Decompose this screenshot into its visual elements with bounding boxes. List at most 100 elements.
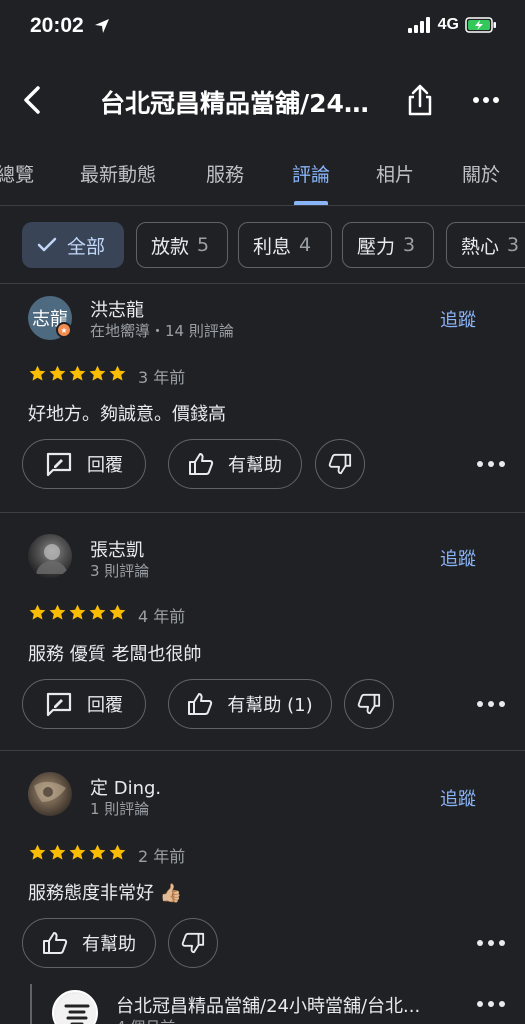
helpful-label: 有幫助 <box>228 455 282 476</box>
divider <box>0 512 525 513</box>
battery-charging-icon <box>465 17 496 33</box>
follow-button[interactable]: 追蹤 <box>440 785 476 811</box>
follow-button[interactable]: 追蹤 <box>440 545 476 571</box>
review-card: 定 Ding. 1 則評論 追蹤 2 年前 服務態度非常好 👍🏼 有幫助 <box>0 770 525 980</box>
helpful-button[interactable]: 有幫助 <box>22 918 156 968</box>
follow-button[interactable]: 追蹤 <box>440 306 476 332</box>
network-type: 4G <box>437 16 459 33</box>
not-helpful-button[interactable] <box>168 918 218 968</box>
review-time: 2 年前 <box>138 847 186 866</box>
thumbs-up-icon <box>189 453 214 475</box>
review-text: 服務態度非常好 👍🏼 <box>28 883 183 904</box>
location-arrow-icon <box>95 19 109 33</box>
reviewer-name[interactable]: 洪志龍 <box>90 296 144 322</box>
helpful-button[interactable]: 有幫助 <box>168 439 302 489</box>
more-options-icon[interactable] <box>470 86 502 114</box>
tab-about[interactable]: 關於 <box>462 160 500 187</box>
chip-count: 3 <box>507 234 520 256</box>
header: 台北冠昌精品當舖/24小時當舖/台北... <box>0 62 525 138</box>
reviewer-meta: 3 則評論 <box>90 562 150 580</box>
reply-icon <box>46 692 72 717</box>
owner-reply-thread-line <box>30 984 32 1024</box>
star-icon <box>109 844 126 860</box>
tab-photos[interactable]: 相片 <box>376 160 414 187</box>
star-icon <box>49 844 66 860</box>
star-icon <box>29 844 46 860</box>
local-guide-badge-icon: ★ <box>56 322 72 338</box>
reply-button[interactable]: 回覆 <box>22 439 146 489</box>
chip-interest[interactable]: 利息 4 <box>238 222 332 268</box>
thumbs-down-icon <box>328 453 352 475</box>
star-icon <box>109 365 126 381</box>
star-icon <box>69 844 86 860</box>
chip-label: 利息 <box>253 235 292 258</box>
star-icon <box>89 365 106 381</box>
reply-button[interactable]: 回覆 <box>22 679 146 729</box>
review-more-icon[interactable] <box>474 933 508 953</box>
chip-label: 放款 <box>151 235 190 258</box>
helpful-button[interactable]: 有幫助 (1) <box>168 679 332 729</box>
chip-pressure[interactable]: 壓力 3 <box>342 222 434 268</box>
chip-enthusiastic[interactable]: 熱心 3 <box>446 222 525 268</box>
back-arrow-icon[interactable] <box>14 80 50 120</box>
review-card: 張志凱 3 則評論 追蹤 4 年前 服務 優質 老闆也很帥 回覆 有幫助 (1) <box>0 530 525 750</box>
divider <box>0 283 525 284</box>
star-icon <box>109 604 126 620</box>
owner-reply-time: 4 個月前 <box>116 1016 175 1024</box>
star-rating <box>28 364 127 383</box>
thumbs-up-icon <box>43 932 68 954</box>
reply-icon <box>46 452 72 477</box>
helpful-label: 有幫助 <box>82 934 136 955</box>
chip-count: 4 <box>299 234 312 256</box>
not-helpful-button[interactable] <box>315 439 365 489</box>
owner-logo-icon <box>56 994 96 1024</box>
tab-services[interactable]: 服務 <box>206 160 244 187</box>
chip-count: 3 <box>403 234 416 256</box>
thumbs-up-icon <box>188 693 213 715</box>
thumbs-down-icon <box>181 932 205 954</box>
signal-icon <box>407 17 430 33</box>
chip-all[interactable]: 全部 <box>22 222 124 268</box>
review-text: 服務 優質 老闆也很帥 <box>28 644 202 665</box>
star-icon <box>29 604 46 620</box>
reviewer-name[interactable]: 定 Ding. <box>90 774 161 800</box>
avatar-photo-icon <box>36 544 68 574</box>
owner-reply-more-icon[interactable] <box>474 994 508 1014</box>
owner-reply-name[interactable]: 台北冠昌精品當舖/24小時當舖/台北... <box>116 992 464 1018</box>
chip-label: 壓力 <box>357 235 396 258</box>
chip-loan[interactable]: 放款 5 <box>136 222 228 268</box>
status-time: 20:02 <box>30 14 84 37</box>
tab-indicator <box>294 201 328 205</box>
share-icon[interactable] <box>402 80 438 120</box>
chip-label: 熱心 <box>461 235 500 258</box>
status-bar: 20:02 4G <box>0 0 525 58</box>
avatar[interactable] <box>28 772 72 816</box>
avatar-photo-icon <box>34 781 66 802</box>
star-icon <box>69 604 86 620</box>
review-text: 好地方。夠誠意。價錢高 <box>28 404 226 425</box>
star-icon <box>89 844 106 860</box>
review-more-icon[interactable] <box>474 694 508 714</box>
star-rating <box>28 843 127 862</box>
divider <box>0 750 525 751</box>
star-rating <box>28 603 127 622</box>
tab-updates[interactable]: 最新動態 <box>80 160 156 187</box>
chip-count: 5 <box>197 234 210 256</box>
filter-chips: 全部 放款 5 利息 4 壓力 3 熱心 3 <box>0 222 525 270</box>
tab-reviews[interactable]: 評論 <box>292 160 330 187</box>
tab-overview[interactable]: 總覽 <box>0 160 34 187</box>
reviewer-name[interactable]: 張志凱 <box>90 536 144 562</box>
star-icon <box>49 365 66 381</box>
helpful-label: 有幫助 (1) <box>227 695 313 716</box>
check-icon <box>37 237 57 252</box>
star-icon <box>49 604 66 620</box>
not-helpful-button[interactable] <box>344 679 394 729</box>
review-time: 3 年前 <box>138 368 186 387</box>
owner-avatar[interactable] <box>52 990 98 1024</box>
review-more-icon[interactable] <box>474 454 508 474</box>
reply-label: 回覆 <box>87 455 123 476</box>
reply-label: 回覆 <box>87 695 123 716</box>
avatar[interactable] <box>28 534 72 578</box>
star-icon <box>89 604 106 620</box>
star-icon <box>29 365 46 381</box>
